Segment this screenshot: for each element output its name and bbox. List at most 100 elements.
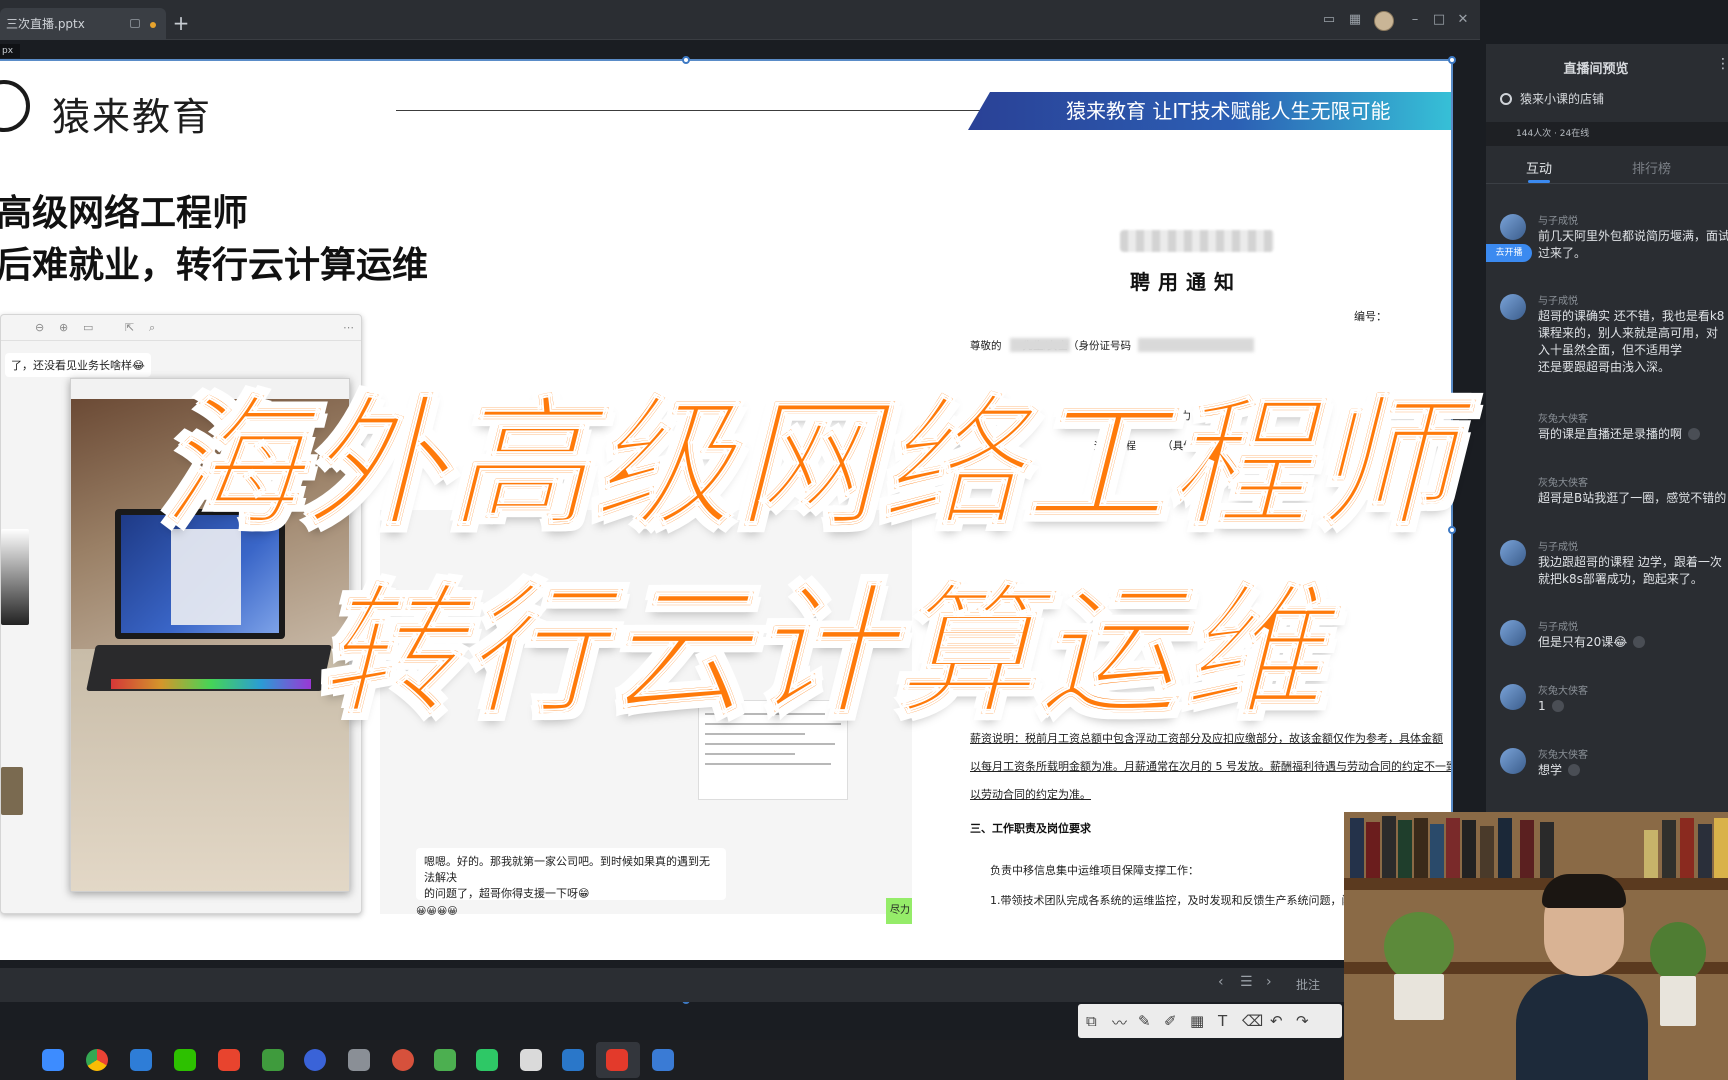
comment-item: 灰兔大侠客 想学 [1500, 746, 1728, 790]
duty-1: 1.带领技术团队完成各系统的运维监控，及时发现和反馈生产系统问题，闭环跟踪 [990, 894, 1386, 907]
px-tag: px [0, 44, 20, 58]
text-editor-icon[interactable] [520, 1049, 542, 1071]
like-icon[interactable] [1633, 636, 1646, 648]
drawing-toolbar: ⧉ 〰 ✎ ✐ ▦ T ⌫ ↶ ↷ [1078, 1004, 1342, 1038]
comment-item: 与子成悦 我边跟超哥的课程 边学，跟着一次 就把k8s部署成功，跑起来了。 [1500, 538, 1728, 598]
pen-icon[interactable]: ✎ [1138, 1012, 1151, 1030]
like-icon[interactable] [1568, 764, 1581, 776]
slide-heading-2: 后难就业，转行云计算运维 [0, 245, 429, 286]
slide-list-button[interactable]: ☰ [1240, 974, 1253, 990]
undo-icon[interactable]: ↶ [1270, 1012, 1283, 1030]
avatar [1500, 294, 1526, 320]
comment-author: 与子成悦 [1538, 296, 1578, 307]
plant-pot [1660, 976, 1696, 1026]
app-icon-7[interactable] [304, 1049, 326, 1071]
user-avatar[interactable] [1374, 11, 1394, 31]
taskbar [0, 1040, 1344, 1080]
letter-title: 聘用通知 [1130, 270, 1242, 294]
minimize-button[interactable]: – [1404, 10, 1426, 30]
next-slide-button[interactable]: › [1266, 974, 1272, 990]
ink-icon[interactable]: 〰 [1112, 1012, 1127, 1033]
viewer-count: 144人次 · 24在线 [1486, 122, 1728, 146]
slide-nav-bar: ‹ ☰ › 批注 [0, 968, 1452, 1002]
like-icon[interactable] [1551, 700, 1564, 712]
plant [1384, 912, 1454, 982]
resize-handle-top-right[interactable] [1448, 56, 1456, 64]
wechat-icon[interactable] [174, 1049, 196, 1071]
resize-handle-top[interactable] [682, 56, 690, 64]
pycharm-icon[interactable] [476, 1049, 498, 1071]
go-live-badge[interactable]: 去开播 [1486, 244, 1532, 262]
app-icon-13[interactable] [562, 1049, 584, 1071]
slogan-text: 猿来教育 让IT技术赋能人生无限可能 [1066, 99, 1391, 123]
close-button[interactable]: ✕ [1452, 10, 1474, 30]
app-icon-9[interactable] [392, 1049, 414, 1071]
chat-thumbnail [1, 529, 29, 625]
notes-button[interactable]: 批注 [1296, 976, 1320, 993]
shape-icon[interactable]: ▦ [1190, 1012, 1204, 1030]
document-tab-title: 三次直播.pptx [6, 17, 85, 31]
comment-author: 与子成悦 [1538, 216, 1578, 227]
start-icon[interactable] [42, 1049, 64, 1071]
chat-emojis: 😀😀😀😀 [416, 906, 458, 917]
chat-bubble-line: 的问题了，超哥你得支援一下呀😁 [424, 887, 590, 900]
eraser-icon[interactable]: ⌫ [1242, 1012, 1263, 1030]
comment-text: 超哥是B站我逛了一圈，感觉不错的 [1538, 491, 1727, 505]
presenter-hair [1542, 874, 1626, 908]
text-tool-icon[interactable]: T [1218, 1012, 1227, 1030]
tab-rank[interactable]: 排行榜 [1632, 158, 1671, 177]
zoom-out-icon: ⊖ [35, 321, 45, 334]
chat-bubble-right: 尽力 [886, 898, 912, 924]
salary-note-3: 以劳动合同的约定为准。 [970, 788, 1091, 801]
tab-interact[interactable]: 互动 [1526, 158, 1552, 183]
shop-link[interactable]: 猿来小课的店铺 [1500, 90, 1604, 107]
avatar [1500, 684, 1526, 710]
app-icon-10[interactable] [434, 1049, 456, 1071]
fit-icon: ▭ [83, 321, 94, 334]
new-tab-button[interactable]: + [168, 10, 194, 36]
webcam-feed [1344, 812, 1728, 1080]
app-icon-15[interactable] [652, 1049, 674, 1071]
chat-bubble-main: 嗯嗯。好的。那我就第一家公司吧。到时候如果真的遇到无法解决 的问题了，超哥你得支… [416, 848, 726, 900]
tab-window-icon [130, 19, 140, 28]
salary-note-2: 以每月工资条所载明金额为准。月薪通常在次月的 5 号发放。薪酬福利待遇与劳动合同… [970, 760, 1452, 773]
presenter-body [1516, 974, 1648, 1080]
chat-thumbnail [1, 767, 23, 815]
app-icon-8[interactable] [348, 1049, 370, 1071]
zoom-in-icon: ⊕ [59, 321, 69, 334]
comment-author: 灰兔大侠客 [1538, 414, 1588, 425]
chat-toolbar: ⊖ ⊕ ▭ ⇱ ⌕ ⋯ [1, 315, 361, 341]
document-tab[interactable]: 三次直播.pptx [0, 8, 166, 40]
laser-pointer-icon[interactable]: ⧉ [1086, 1012, 1097, 1030]
comment-text: 1 [1538, 698, 1564, 715]
shop-name: 猿来小课的店铺 [1520, 92, 1605, 106]
comment-author: 灰兔大侠客 [1538, 750, 1588, 761]
shop-icon [1500, 93, 1512, 105]
comment-item: 与子成悦 但是只有20课😂 [1500, 618, 1728, 662]
highlighter-icon[interactable]: ✐ [1164, 1012, 1177, 1030]
grid-icon[interactable]: ▦ [1344, 10, 1366, 30]
prev-slide-button[interactable]: ‹ [1218, 974, 1224, 990]
app-icon-5[interactable] [218, 1049, 240, 1071]
letter-section-title: 三、工作职责及岗位要求 [970, 822, 1091, 835]
panel-tabs: 互动 排行榜 [1486, 150, 1728, 184]
chat-bubble-line: 嗯嗯。好的。那我就第一家公司吧。到时候如果真的遇到无法解决 [424, 855, 710, 884]
screen: 三次直播.pptx + ▭ ▦ – □ ✕ px 猿来教育 猿来教育 让IT技术… [0, 0, 1728, 1080]
chrome-icon[interactable] [86, 1049, 108, 1071]
wps-icon[interactable] [606, 1049, 628, 1071]
layout-icon[interactable]: ▭ [1318, 10, 1340, 30]
books [1344, 812, 1728, 878]
maximize-button[interactable]: □ [1428, 10, 1450, 30]
redo-icon[interactable]: ↷ [1296, 1012, 1309, 1030]
live-preview-panel: 直播间预览 ⋮ 猿来小课的店铺 144人次 · 24在线 互动 排行榜 与子成悦… [1486, 44, 1728, 812]
like-icon[interactable] [1688, 428, 1701, 440]
duty-intro: 负责中移信息集中运维项目保障支撑工作： [990, 864, 1199, 877]
avatar [1500, 620, 1526, 646]
comment-item: 灰兔大侠客 1 [1500, 682, 1728, 726]
keyboard-rgb [111, 679, 311, 689]
comment-text: 哥的课是直播还是录播的啊 [1538, 426, 1701, 443]
share-icon: ⇱ [125, 321, 135, 334]
app-icon-3[interactable] [130, 1049, 152, 1071]
more-icon[interactable]: ⋮ [1716, 56, 1728, 72]
app-icon-6[interactable] [262, 1049, 284, 1071]
